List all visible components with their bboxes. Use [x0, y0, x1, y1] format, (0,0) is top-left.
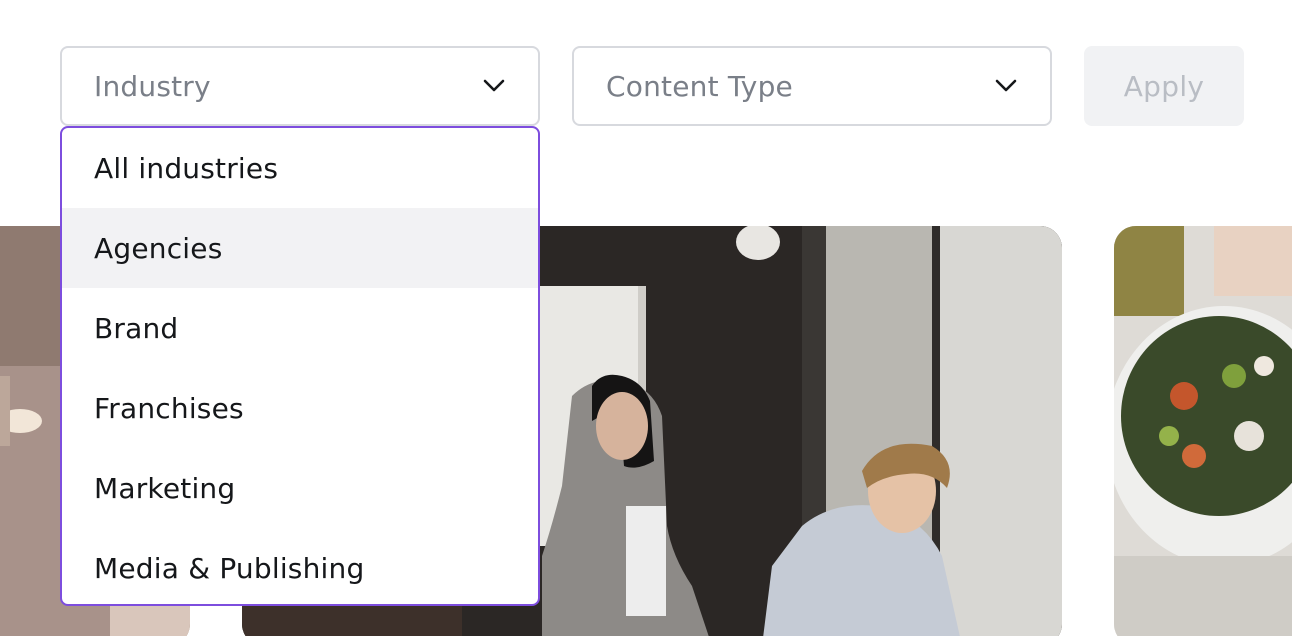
page: Industry Content Type Apply All industri…	[0, 0, 1292, 636]
content-type-select[interactable]: Content Type	[572, 46, 1052, 126]
industry-select-placeholder: Industry	[94, 69, 211, 103]
industry-dropdown-menu: All industries Agencies Brand Franchises Mar…	[60, 126, 540, 606]
industry-option[interactable]: All industries	[62, 128, 538, 208]
industry-option[interactable]: Brand	[62, 288, 538, 368]
industry-option[interactable]: Media & Publishing	[62, 528, 538, 604]
industry-option[interactable]: Marketing	[62, 448, 538, 528]
industry-option[interactable]: Franchises	[62, 368, 538, 448]
chevron-down-icon	[482, 74, 506, 98]
chevron-down-icon	[994, 74, 1018, 98]
industry-select[interactable]: Industry	[60, 46, 540, 126]
card-photo-salad[interactable]	[1114, 226, 1292, 636]
apply-button[interactable]: Apply	[1084, 46, 1244, 126]
industry-option[interactable]: Agencies	[62, 208, 538, 288]
content-type-select-placeholder: Content Type	[606, 69, 793, 103]
photo-salad-image	[1114, 226, 1292, 636]
